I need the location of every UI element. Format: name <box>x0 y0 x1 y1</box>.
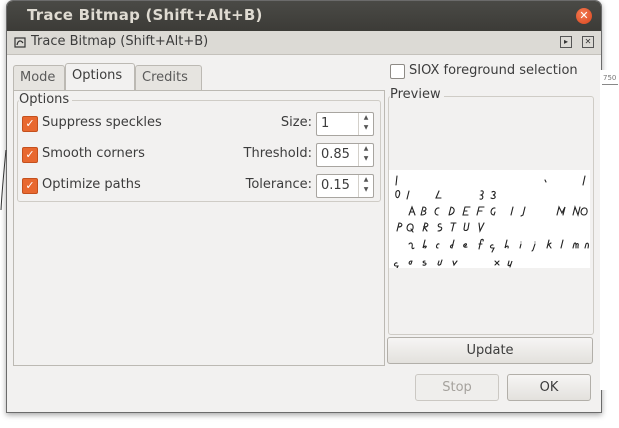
threshold-value: 0.85 <box>321 147 350 162</box>
options-panel: Options ✓ Suppress speckles Size: 1 ▲ ▼ ✓… <box>13 90 385 366</box>
siox-label: SIOX foreground selection <box>409 63 578 78</box>
trace-bitmap-window: Trace Bitmap (Shift+Alt+B) ✕ Trace Bitma… <box>6 0 602 413</box>
tab-options[interactable]: Options <box>65 63 135 91</box>
tab-credits[interactable]: Credits <box>135 65 202 90</box>
threshold-spinbox[interactable]: 0.85 ▲ ▼ <box>316 143 374 167</box>
dock-close-icon[interactable]: ✕ <box>582 36 594 48</box>
traced-glyphs-image <box>393 175 589 268</box>
suppress-speckles-row: ✓ Suppress speckles Size: 1 ▲ ▼ <box>22 112 374 136</box>
smooth-corners-row: ✓ Smooth corners Threshold: 0.85 ▲ ▼ <box>22 143 374 167</box>
spin-arrows-icon[interactable]: ▲ ▼ <box>358 144 373 166</box>
ruler-tick <box>602 84 618 85</box>
titlebar[interactable]: Trace Bitmap (Shift+Alt+B) ✕ <box>7 1 601 31</box>
trace-bitmap-icon <box>14 37 26 48</box>
suppress-speckles-label: Suppress speckles <box>42 115 162 130</box>
tolerance-spinbox[interactable]: 0.15 ▲ ▼ <box>316 174 374 198</box>
detach-icon[interactable]: ▸ <box>560 36 572 48</box>
background-canvas-ruler <box>600 70 619 390</box>
stop-button: Stop <box>415 374 499 401</box>
dock-header: Trace Bitmap (Shift+Alt+B) ▸ ✕ <box>7 31 601 55</box>
window-title: Trace Bitmap (Shift+Alt+B) <box>27 6 263 24</box>
ruler-number: 750 <box>603 74 617 82</box>
optimize-paths-checkbox[interactable]: ✓ <box>22 178 38 194</box>
background-drawing-stroke <box>0 150 7 210</box>
dock-title: Trace Bitmap (Shift+Alt+B) <box>31 34 209 49</box>
tab-mode[interactable]: Mode <box>13 65 65 90</box>
size-spinbox[interactable]: 1 ▲ ▼ <box>316 112 374 136</box>
tolerance-label: Tolerance: <box>245 177 312 192</box>
preview-label: Preview <box>390 87 444 102</box>
options-group-label: Options <box>19 92 73 107</box>
threshold-label: Threshold: <box>243 146 312 161</box>
preview-image <box>389 170 590 268</box>
size-label: Size: <box>280 115 312 130</box>
size-value: 1 <box>321 116 330 131</box>
smooth-corners-checkbox[interactable]: ✓ <box>22 147 38 163</box>
ok-button[interactable]: OK <box>507 374 591 401</box>
close-icon[interactable]: ✕ <box>576 8 592 24</box>
optimize-paths-row: ✓ Optimize paths Tolerance: 0.15 ▲ ▼ <box>22 174 374 198</box>
spin-arrows-icon[interactable]: ▲ ▼ <box>358 113 373 135</box>
smooth-corners-label: Smooth corners <box>42 146 145 161</box>
suppress-speckles-checkbox[interactable]: ✓ <box>22 116 38 132</box>
siox-checkbox[interactable] <box>390 64 405 79</box>
tolerance-value: 0.15 <box>321 178 350 193</box>
optimize-paths-label: Optimize paths <box>42 177 141 192</box>
spin-arrows-icon[interactable]: ▲ ▼ <box>358 175 373 197</box>
update-button[interactable]: Update <box>387 337 593 364</box>
